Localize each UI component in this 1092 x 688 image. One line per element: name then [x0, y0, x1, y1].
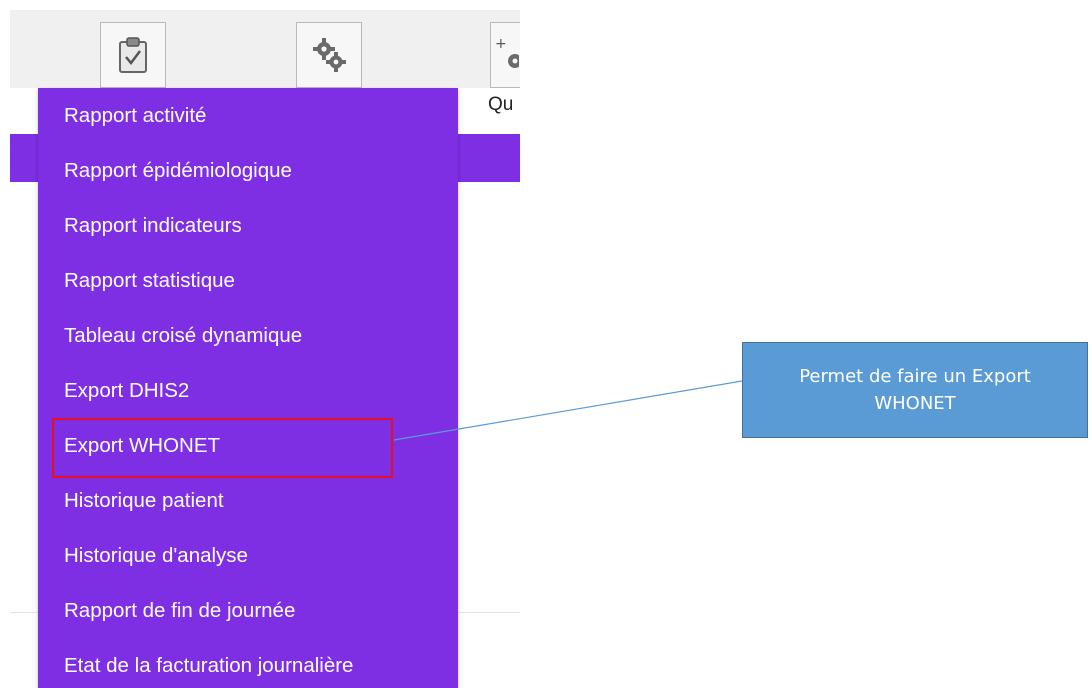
toolbar-partial-label: Qu	[488, 94, 514, 115]
menu-item-historique-patient[interactable]: Historique patient	[64, 481, 224, 521]
callout-text: Permet de faire un Export WHONET	[799, 366, 1031, 414]
menu-item-historique-analyse[interactable]: Historique d'analyse	[64, 536, 248, 576]
gear-plus-icon: +	[493, 35, 519, 75]
highlight-box-export-whonet	[52, 418, 393, 478]
menu-item-rapport-epidemiologique[interactable]: Rapport épidémiologique	[64, 151, 292, 191]
clipboard-check-icon	[116, 36, 150, 74]
report-tool-button[interactable]	[100, 22, 166, 88]
quality-tool-button[interactable]: +	[490, 22, 520, 88]
gears-icon	[309, 35, 349, 75]
toolbar: +	[10, 10, 520, 88]
settings-tool-button[interactable]	[296, 22, 362, 88]
menu-item-rapport-fin-de-journee[interactable]: Rapport de fin de journée	[64, 591, 295, 631]
menu-item-rapport-statistique[interactable]: Rapport statistique	[64, 261, 235, 301]
svg-text:+: +	[495, 36, 507, 52]
menu-item-rapport-activite[interactable]: Rapport activité	[64, 96, 206, 136]
reports-dropdown-menu: Rapport activité Rapport épidémiologique…	[38, 88, 458, 688]
menu-item-tableau-croise-dynamique[interactable]: Tableau croisé dynamique	[64, 316, 302, 356]
annotation-callout: Permet de faire un Export WHONET	[742, 342, 1088, 438]
menu-item-rapport-indicateurs[interactable]: Rapport indicateurs	[64, 206, 242, 246]
menu-item-export-dhis2[interactable]: Export DHIS2	[64, 371, 189, 411]
menu-item-etat-facturation-journaliere[interactable]: Etat de la facturation journalière	[64, 646, 353, 686]
screenshot-canvas: + Qu Rapport activité Rapport épidémiolo…	[0, 0, 1092, 688]
